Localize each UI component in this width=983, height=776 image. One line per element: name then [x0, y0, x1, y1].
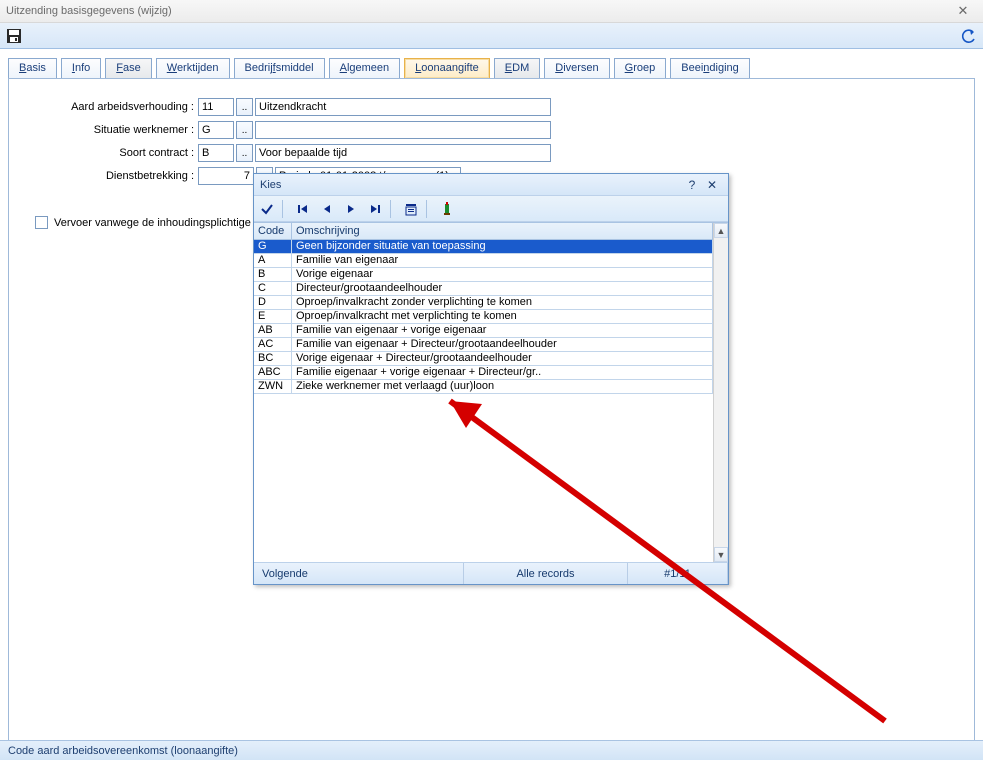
aard-code-input[interactable]	[198, 98, 234, 116]
window-close-button[interactable]: ✕	[949, 3, 977, 19]
cell-code: BC	[254, 352, 292, 365]
cell-desc: Zieke werknemer met verlaagd (uur)loon	[292, 380, 713, 393]
cell-desc: Familie eigenaar + vorige eigenaar + Dir…	[292, 366, 713, 379]
first-icon[interactable]	[292, 198, 314, 220]
toolbar-separator	[390, 200, 396, 218]
cell-desc: Oproep/invalkracht met verplichting te k…	[292, 310, 713, 323]
cell-code: C	[254, 282, 292, 295]
situatie-code-input[interactable]	[198, 121, 234, 139]
main-toolbar	[0, 23, 983, 49]
situatie-lookup-button[interactable]: ..	[236, 121, 253, 139]
soort-desc-input[interactable]	[255, 144, 551, 162]
tabstrip: Basis Info Fase Werktijden Bedrijfsmidde…	[8, 57, 979, 78]
soort-code-input[interactable]	[198, 144, 234, 162]
soort-label: Soort contract :	[23, 147, 198, 159]
undo-icon[interactable]	[961, 28, 977, 44]
cell-desc: Familie van eigenaar	[292, 254, 713, 267]
aard-desc-input[interactable]	[255, 98, 551, 116]
cell-desc: Familie van eigenaar + vorige eigenaar	[292, 324, 713, 337]
table-row[interactable]: GGeen bijzonder situatie van toepassing	[254, 240, 713, 254]
cell-desc: Vorige eigenaar + Directeur/grootaandeel…	[292, 352, 713, 365]
toolbar-separator	[282, 200, 288, 218]
table-row[interactable]: AFamilie van eigenaar	[254, 254, 713, 268]
vervoer-label: Vervoer vanwege de inhoudingsplichtige	[54, 217, 251, 229]
kies-dialog-title: Kies	[260, 179, 281, 191]
tab-basis[interactable]: Basis	[8, 58, 57, 79]
exit-icon[interactable]	[436, 198, 458, 220]
tab-info[interactable]: Info	[61, 58, 101, 79]
tab-algemeen[interactable]: Algemeen	[329, 58, 401, 79]
soort-lookup-button[interactable]: ..	[236, 144, 253, 162]
table-row[interactable]: CDirecteur/grootaandeelhouder	[254, 282, 713, 296]
tab-edm[interactable]: EDM	[494, 58, 540, 79]
cell-desc: Oproep/invalkracht zonder verplichting t…	[292, 296, 713, 309]
grid-header: Code Omschrijving	[254, 223, 713, 240]
confirm-icon[interactable]	[256, 198, 278, 220]
aard-lookup-button[interactable]: ..	[236, 98, 253, 116]
vervoer-checkbox[interactable]	[35, 216, 48, 229]
scroll-up-icon[interactable]: ▲	[714, 223, 728, 238]
grid-scrollbar[interactable]: ▲ ▼	[713, 223, 728, 562]
table-row[interactable]: DOproep/invalkracht zonder verplichting …	[254, 296, 713, 310]
table-row[interactable]: BCVorige eigenaar + Directeur/grootaande…	[254, 352, 713, 366]
tab-bedrijfsmiddel[interactable]: Bedrijfsmiddel	[234, 58, 325, 79]
window-titlebar: Uitzending basisgegevens (wijzig) ✕	[0, 0, 983, 23]
grid-header-code[interactable]: Code	[254, 223, 292, 239]
kies-close-button[interactable]: ✕	[702, 178, 722, 192]
cell-desc: Vorige eigenaar	[292, 268, 713, 281]
tab-beeindiging[interactable]: Beeindiging	[670, 58, 750, 79]
status-all-records[interactable]: Alle records	[464, 563, 628, 584]
scroll-down-icon[interactable]: ▼	[714, 547, 728, 562]
table-row[interactable]: ABFamilie van eigenaar + vorige eigenaar	[254, 324, 713, 338]
cell-code: ABC	[254, 366, 292, 379]
kies-toolbar	[254, 196, 728, 222]
cell-code: A	[254, 254, 292, 267]
prev-icon[interactable]	[316, 198, 338, 220]
toolbar-separator	[426, 200, 432, 218]
dienst-label: Dienstbetrekking :	[23, 170, 198, 182]
situatie-desc-input[interactable]	[255, 121, 551, 139]
kies-statusbar: Volgende Alle records #1/11	[254, 562, 728, 584]
table-row[interactable]: ACFamilie van eigenaar + Directeur/groot…	[254, 338, 713, 352]
cell-code: ZWN	[254, 380, 292, 393]
situatie-label: Situatie werknemer :	[23, 124, 198, 136]
tab-loonaangifte[interactable]: Loonaangifte	[404, 58, 490, 79]
next-icon[interactable]	[340, 198, 362, 220]
window-title: Uitzending basisgegevens (wijzig)	[6, 5, 172, 17]
table-row[interactable]: BVorige eigenaar	[254, 268, 713, 282]
cell-desc: Geen bijzonder situatie van toepassing	[292, 240, 713, 253]
cell-code: AB	[254, 324, 292, 337]
grid-header-desc[interactable]: Omschrijving	[292, 223, 713, 239]
kies-help-button[interactable]: ?	[682, 178, 702, 192]
kies-dialog-titlebar: Kies ? ✕	[254, 174, 728, 196]
kies-dialog: Kies ? ✕ Code	[253, 173, 729, 585]
tab-fase[interactable]: Fase	[105, 58, 151, 79]
filter-icon[interactable]	[400, 198, 422, 220]
table-row[interactable]: ZWNZieke werknemer met verlaagd (uur)loo…	[254, 380, 713, 394]
tab-werktijden[interactable]: Werktijden	[156, 58, 230, 79]
cell-desc: Directeur/grootaandeelhouder	[292, 282, 713, 295]
table-row[interactable]: ABCFamilie eigenaar + vorige eigenaar + …	[254, 366, 713, 380]
dienst-code-input[interactable]	[198, 167, 254, 185]
cell-desc: Familie van eigenaar + Directeur/grootaa…	[292, 338, 713, 351]
statusbar-text: Code aard arbeidsovereenkomst (loonaangi…	[8, 745, 238, 757]
kies-grid: Code Omschrijving GGeen bijzonder situat…	[254, 222, 728, 562]
cell-code: D	[254, 296, 292, 309]
save-icon[interactable]	[6, 28, 22, 44]
tab-diversen[interactable]: Diversen	[544, 58, 609, 79]
cell-code: AC	[254, 338, 292, 351]
tab-groep[interactable]: Groep	[614, 58, 667, 79]
table-row[interactable]: EOproep/invalkracht met verplichting te …	[254, 310, 713, 324]
cell-code: B	[254, 268, 292, 281]
main-statusbar: Code aard arbeidsovereenkomst (loonaangi…	[0, 740, 983, 760]
status-next[interactable]: Volgende	[254, 563, 464, 584]
cell-code: G	[254, 240, 292, 253]
last-icon[interactable]	[364, 198, 386, 220]
aard-label: Aard arbeidsverhouding :	[23, 101, 198, 113]
status-count: #1/11	[628, 563, 728, 584]
cell-code: E	[254, 310, 292, 323]
